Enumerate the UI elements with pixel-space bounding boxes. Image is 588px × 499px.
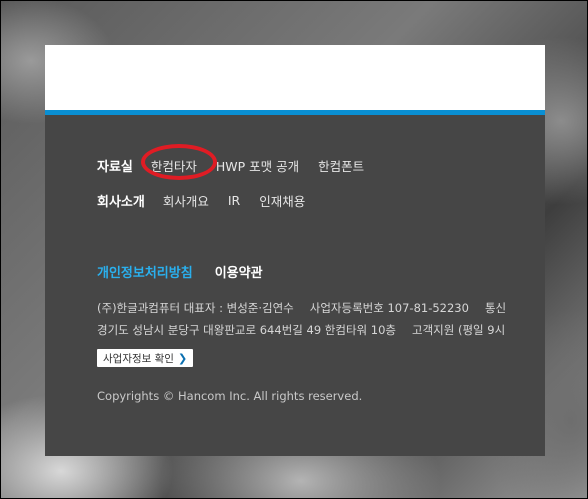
chevron-right-icon: ❯ [177, 351, 188, 365]
accent-line [45, 110, 545, 115]
telecom-info: 통신 [484, 301, 507, 315]
copyright-text: Copyrights © Hancom Inc. All rights rese… [97, 389, 363, 403]
customer-support: 고객지원 (평일 9시 [411, 323, 506, 337]
link-hancom-typing-label: 한컴타자 [150, 159, 197, 174]
policy-links: 개인정보처리방침 이용약관 [97, 262, 263, 281]
link-hancom-font[interactable]: 한컴폰트 [318, 156, 364, 175]
background-photo: 자료실 한컴타자 HWP 포맷 공개 한컴폰트 회사소개 회사개요 IR 인재채… [0, 0, 588, 499]
business-registration: 사업자등록번호 107-81-52230 [309, 301, 469, 315]
terms-link[interactable]: 이용약관 [215, 262, 263, 281]
business-info-button[interactable]: 사업자정보 확인 ❯ [97, 349, 194, 367]
header-area [45, 45, 545, 110]
resources-nav: 자료실 한컴타자 HWP 포맷 공개 한컴폰트 [97, 144, 383, 180]
link-hancom-typing[interactable]: 한컴타자 [140, 144, 217, 180]
company-address: 경기도 성남시 분당구 대왕판교로 644번길 49 한컴타워 10층 [97, 323, 396, 337]
company-info-line-2: 경기도 성남시 분당구 대왕판교로 644번길 49 한컴타워 10층 고객지원 … [97, 322, 505, 338]
footer-panel: 자료실 한컴타자 HWP 포맷 공개 한컴폰트 회사소개 회사개요 IR 인재채… [45, 45, 545, 456]
link-company-overview[interactable]: 회사개요 [163, 191, 209, 210]
business-info-button-label: 사업자정보 확인 [103, 352, 174, 365]
company-title: 회사소개 [97, 195, 145, 210]
privacy-policy-link[interactable]: 개인정보처리방침 [97, 262, 193, 281]
link-hwp-format[interactable]: HWP 포맷 공개 [216, 156, 299, 175]
resources-title: 자료실 [97, 160, 133, 175]
company-nav: 회사소개 회사개요 IR 인재채용 [97, 191, 324, 210]
link-careers[interactable]: 인재채용 [259, 191, 305, 210]
company-info-line-1: (주)한글과컴퓨터 대표자 : 변성준·김연수 사업자등록번호 107-81-52… [97, 300, 506, 316]
company-representative: (주)한글과컴퓨터 대표자 : 변성준·김연수 [97, 301, 294, 315]
link-ir[interactable]: IR [228, 193, 240, 208]
